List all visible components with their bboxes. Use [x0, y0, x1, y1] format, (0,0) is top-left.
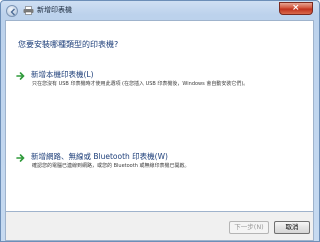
printer-icon [23, 6, 34, 15]
close-icon: × [292, 3, 300, 13]
back-arrow-icon [10, 8, 15, 16]
add-local-printer-option[interactable]: 新增本機印表機(L) 只在您沒有 USB 印表機時才使用此選項 (在您插入 US… [16, 69, 306, 93]
green-arrow-icon [16, 154, 25, 162]
back-button[interactable] [6, 5, 18, 17]
add-network-printer-option[interactable]: 新增網路、無線或 Bluetooth 印表機(W) 確認您的電腦已連線到網路，或… [16, 151, 306, 175]
cancel-button[interactable]: 取消 [274, 221, 310, 234]
next-button[interactable]: 下一步(N) [229, 221, 269, 234]
green-arrow-icon [16, 72, 25, 80]
title-bar: 新增印表機 × [1, 1, 319, 21]
option-title: 新增本機印表機(L) [31, 70, 94, 79]
option-description: 只在您沒有 USB 印表機時才使用此選項 (在您插入 USB 印表機後，Wind… [32, 81, 249, 87]
option-title: 新增網路、無線或 Bluetooth 印表機(W) [31, 152, 168, 161]
close-button[interactable]: × [279, 2, 313, 15]
wizard-content: 您要安裝哪種類型的印表機? 新增本機印表機(L) 只在您沒有 USB 印表機時才… [5, 20, 314, 212]
page-title: 您要安裝哪種類型的印表機? [18, 40, 119, 49]
wizard-footer: 下一步(N) 取消 [5, 212, 314, 241]
window-title: 新增印表機 [37, 6, 72, 14]
option-description: 確認您的電腦已連線到網路，或您的 Bluetooth 或無線印表機已開啟。 [32, 163, 190, 169]
